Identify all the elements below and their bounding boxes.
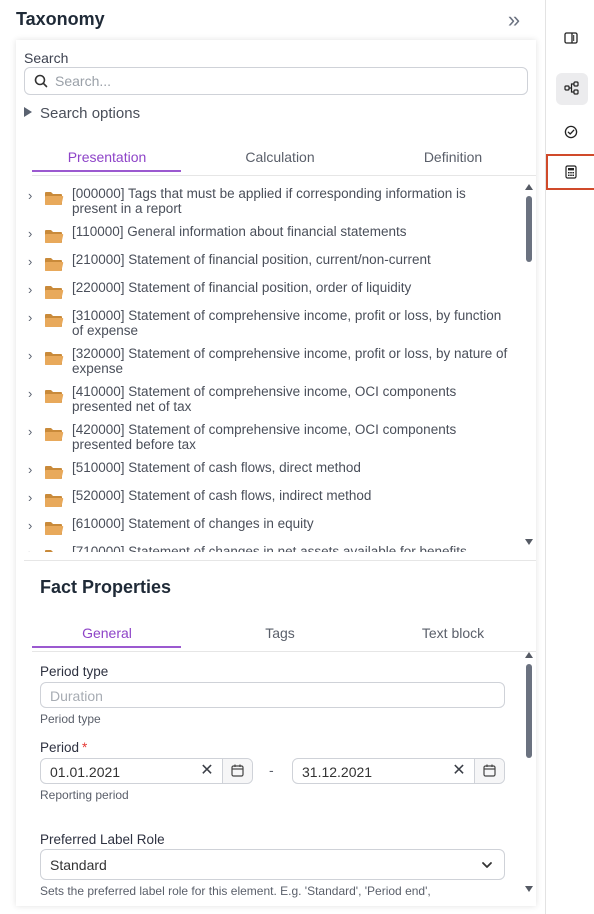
period-start-value: 01.01.2021 bbox=[50, 764, 121, 780]
period-separator: - bbox=[269, 762, 274, 778]
hierarchy-icon bbox=[564, 81, 579, 95]
folder-icon bbox=[45, 352, 64, 365]
chevron-right-icon[interactable]: › bbox=[28, 462, 38, 477]
tree-item-label: [310000] Statement of comprehensive inco… bbox=[72, 308, 502, 338]
tree-item-label: [410000] Statement of comprehensive inco… bbox=[72, 384, 457, 414]
tree-scrollbar[interactable] bbox=[524, 184, 534, 546]
check-circle-icon bbox=[564, 125, 578, 139]
preferred-label-role-label: Preferred Label Role bbox=[40, 832, 165, 847]
period-type-label: Period type bbox=[40, 664, 109, 679]
clear-end-icon[interactable]: ✕ bbox=[451, 763, 467, 779]
chevron-right-icon[interactable]: › bbox=[28, 424, 38, 439]
search-options-label: Search options bbox=[40, 105, 141, 122]
tab-tags[interactable]: Tags bbox=[205, 618, 355, 652]
search-options-toggle[interactable]: Search options bbox=[24, 105, 140, 122]
period-type-field[interactable]: Duration bbox=[40, 682, 505, 708]
clear-start-icon[interactable]: ✕ bbox=[199, 763, 215, 779]
search-icon bbox=[34, 74, 48, 88]
scroll-down-icon[interactable] bbox=[525, 539, 533, 545]
period-end-field[interactable]: 31.12.2021 ✕ bbox=[292, 758, 505, 784]
period-type-hint: Period type bbox=[40, 712, 101, 726]
tab-definition[interactable]: Definition bbox=[378, 142, 528, 176]
tree-item-label: [220000] Statement of financial position… bbox=[72, 280, 412, 295]
search-field[interactable] bbox=[24, 67, 528, 95]
panel-title: Taxonomy bbox=[16, 9, 105, 29]
scroll-thumb[interactable] bbox=[526, 196, 532, 262]
preferred-label-role-hint: Sets the preferred label role for this e… bbox=[40, 884, 431, 898]
taxonomy-panel: Taxonomy » Search Search options Present… bbox=[0, 0, 545, 914]
fact-properties-title: Fact Properties bbox=[40, 577, 172, 597]
section-divider bbox=[24, 560, 536, 561]
scroll-up-icon[interactable] bbox=[525, 652, 533, 658]
tree-item-label: [520000] Statement of cash flows, indire… bbox=[72, 488, 372, 503]
folder-icon bbox=[45, 230, 64, 243]
calendar-icon bbox=[483, 764, 496, 777]
scroll-down-icon[interactable] bbox=[525, 886, 533, 892]
tree-item-label: [210000] Statement of financial position… bbox=[72, 252, 431, 267]
taxonomy-tree: › [000000] Tags that must be applied if c… bbox=[24, 180, 514, 552]
required-marker: * bbox=[82, 740, 88, 755]
folder-icon bbox=[45, 550, 61, 552]
chevron-right-icon[interactable]: › bbox=[28, 254, 38, 269]
chevron-right-icon[interactable]: › bbox=[28, 226, 38, 241]
panel-split-button[interactable] bbox=[556, 23, 588, 55]
period-label-text: Period bbox=[40, 740, 80, 755]
tab-general[interactable]: General bbox=[32, 618, 182, 652]
taxonomy-tabs: Presentation Calculation Definition bbox=[32, 142, 536, 176]
chevron-right-icon[interactable]: › bbox=[28, 188, 38, 203]
chevron-right-icon[interactable]: › bbox=[28, 518, 38, 533]
preferred-label-role-select[interactable]: Standard bbox=[40, 849, 505, 880]
tab-calculation[interactable]: Calculation bbox=[205, 142, 355, 176]
expand-triangle-icon bbox=[24, 107, 32, 117]
period-hint: Reporting period bbox=[40, 788, 129, 802]
tree-item-label: [510000] Statement of cash flows, direct… bbox=[72, 460, 361, 475]
validate-button[interactable] bbox=[556, 117, 588, 149]
scroll-thumb[interactable] bbox=[526, 664, 532, 758]
tree-item-label: [110000] General information about finan… bbox=[72, 224, 407, 239]
panel-split-icon bbox=[564, 32, 578, 44]
tab-presentation[interactable]: Presentation bbox=[32, 142, 182, 176]
calculator-icon bbox=[565, 165, 577, 179]
folder-icon bbox=[45, 428, 64, 441]
calculator-button[interactable] bbox=[546, 154, 594, 190]
form-scrollbar[interactable] bbox=[524, 652, 534, 894]
chevron-down-icon bbox=[482, 862, 492, 868]
folder-icon bbox=[45, 494, 64, 507]
tree-item-label: [320000] Statement of comprehensive inco… bbox=[72, 346, 508, 376]
period-type-placeholder: Duration bbox=[50, 688, 103, 704]
chevron-right-icon[interactable]: › bbox=[28, 282, 38, 297]
tree-item-label: [420000] Statement of comprehensive inco… bbox=[72, 422, 457, 452]
period-end-value: 31.12.2021 bbox=[302, 764, 373, 780]
period-start-field[interactable]: 01.01.2021 ✕ bbox=[40, 758, 253, 784]
chevron-right-icon[interactable]: › bbox=[28, 386, 38, 401]
folder-icon bbox=[45, 192, 64, 205]
folder-icon bbox=[45, 466, 64, 479]
scroll-up-icon[interactable] bbox=[525, 184, 533, 190]
chevron-right-icon[interactable]: › bbox=[28, 310, 38, 325]
tree-item-label: [000000] Tags that must be applied if co… bbox=[72, 186, 466, 216]
chevron-right-icon[interactable]: › bbox=[28, 490, 38, 505]
tree-item-label: [610000] Statement of changes in equity bbox=[72, 516, 314, 531]
fact-properties-form: Period type Duration Period type Period *… bbox=[24, 648, 536, 900]
search-input[interactable] bbox=[55, 72, 515, 90]
tree-item-label: [710000] Statement of changes in net ass… bbox=[72, 544, 467, 552]
chevron-right-icon[interactable]: › bbox=[28, 348, 38, 363]
preferred-label-role-value: Standard bbox=[50, 857, 107, 873]
collapse-panel-icon[interactable]: » bbox=[499, 9, 523, 32]
search-label: Search bbox=[24, 50, 69, 66]
calendar-icon bbox=[231, 764, 244, 777]
folder-icon bbox=[45, 390, 64, 403]
folder-icon bbox=[45, 258, 64, 271]
tab-text-block[interactable]: Text block bbox=[378, 618, 528, 652]
fact-properties-tabs: General Tags Text block bbox=[32, 618, 536, 652]
period-label: Period * bbox=[40, 740, 87, 755]
hierarchy-button[interactable] bbox=[556, 73, 588, 105]
calendar-start-button[interactable] bbox=[222, 759, 252, 783]
chevron-right-icon[interactable]: › bbox=[28, 546, 38, 552]
folder-icon bbox=[45, 522, 64, 535]
folder-icon bbox=[45, 314, 64, 327]
folder-icon bbox=[45, 286, 64, 299]
right-toolbar bbox=[545, 0, 594, 914]
calendar-end-button[interactable] bbox=[474, 759, 504, 783]
